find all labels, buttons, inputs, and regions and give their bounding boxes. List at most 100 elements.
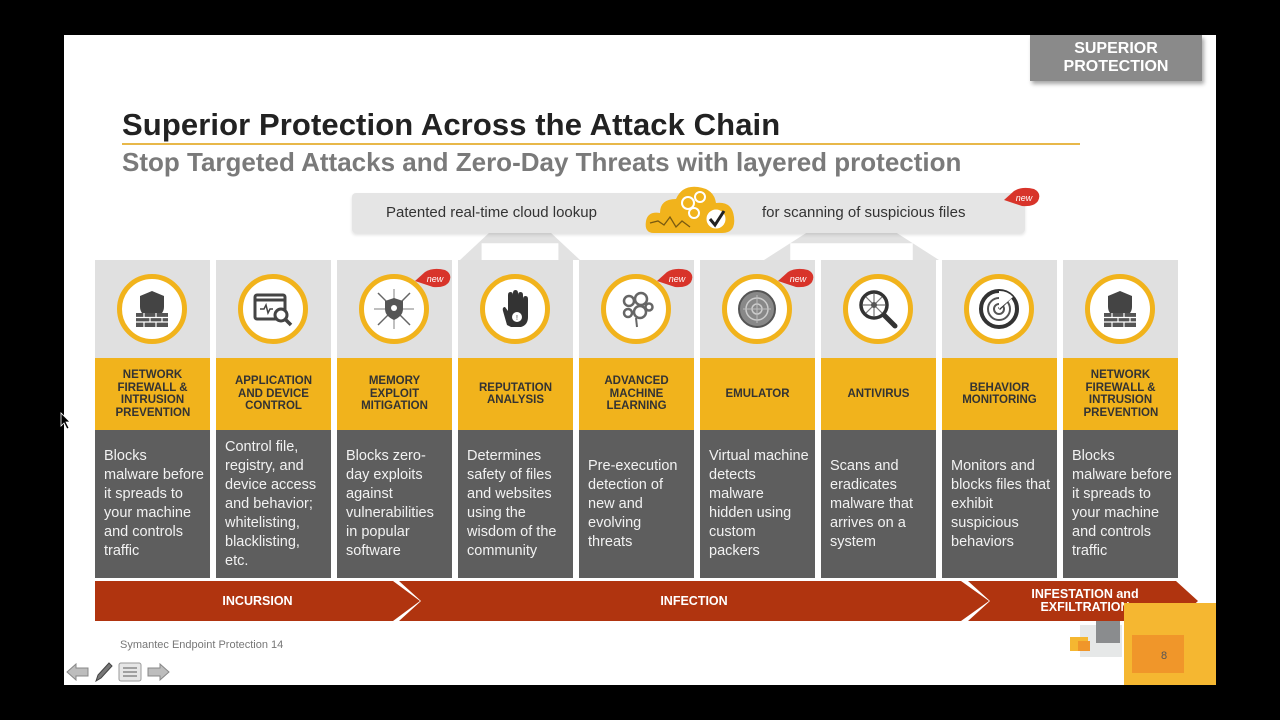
- column-icon-area: new: [579, 260, 694, 358]
- cloud-scanning-text: for scanning of suspicious files: [762, 204, 966, 221]
- column-description-text: Pre-execution detection of new and evolv…: [588, 457, 678, 550]
- slide-nav-controls: [66, 661, 170, 683]
- presentation-slide: SUPERIOR PROTECTION Superior Protection …: [64, 35, 1216, 685]
- page-number: 8: [1160, 650, 1168, 662]
- decorative-square: [1096, 621, 1120, 643]
- svg-text:new: new: [1016, 193, 1033, 203]
- column-label-text: NETWORK FIREWALL & INTRUSION PREVENTION: [1083, 369, 1159, 419]
- radar-icon: [979, 289, 1019, 329]
- column-icon-area: [216, 260, 331, 358]
- column-icon-area: !: [458, 260, 573, 358]
- column-icon-area: [95, 260, 210, 358]
- icon-badge: [964, 274, 1034, 344]
- protection-column: APPLICATION AND DEVICE CONTROL Control fi…: [216, 260, 331, 578]
- section-badge: SUPERIOR PROTECTION: [1030, 35, 1202, 81]
- icon-badge: [1085, 274, 1155, 344]
- phase-infection: INFECTION: [399, 581, 989, 621]
- new-tag-icon: new: [657, 268, 693, 288]
- column-icon-area: [942, 260, 1057, 358]
- column-label: MEMORY EXPLOIT MITIGATION: [337, 358, 452, 430]
- column-description: Pre-execution detection of new and evolv…: [579, 430, 694, 578]
- column-label: NETWORK FIREWALL & INTRUSION PREVENTION: [1063, 358, 1178, 430]
- column-label-text: ANTIVIRUS: [847, 387, 910, 400]
- column-description-text: Virtual machine detects malware hidden u…: [709, 448, 809, 559]
- svg-text:new: new: [669, 274, 686, 284]
- column-label: ANTIVIRUS: [821, 358, 936, 430]
- column-description-text: Blocks malware before it spreads to your…: [104, 448, 204, 559]
- column-description: Blocks malware before it spreads to your…: [1063, 430, 1178, 578]
- protection-column: NETWORK FIREWALL & INTRUSION PREVENTION B…: [95, 260, 210, 578]
- phase-incursion: INCURSION: [95, 581, 420, 621]
- column-label-text: ADVANCED MACHINE LEARNING: [604, 375, 669, 413]
- svg-text:new: new: [427, 274, 444, 284]
- firewall-shield-icon: [136, 291, 168, 327]
- cloud-gears-check-icon: [645, 186, 735, 233]
- magnifier-virus-icon: [859, 290, 898, 329]
- mouse-cursor-icon: [60, 412, 71, 430]
- icon-badge: [843, 274, 913, 344]
- column-label-text: APPLICATION AND DEVICE CONTROL: [234, 375, 313, 413]
- svg-text:!: !: [516, 315, 518, 322]
- protection-column: new ADVANCED MACHINE LEARNING Pre-executio…: [579, 260, 694, 578]
- brain-gears-icon: [622, 291, 654, 328]
- icon-badge: [117, 274, 187, 344]
- column-icon-area: [821, 260, 936, 358]
- menu-icon[interactable]: [118, 662, 142, 682]
- column-label: EMULATOR: [700, 358, 815, 430]
- target-disc-icon: [738, 290, 776, 328]
- column-description: Monitors and blocks files that exhibit s…: [942, 430, 1057, 578]
- column-label: NETWORK FIREWALL & INTRUSION PREVENTION: [95, 358, 210, 430]
- column-description: Determines safety of files and websites …: [458, 430, 573, 578]
- phase-label: INFECTION: [660, 593, 728, 608]
- column-label-text: NETWORK FIREWALL & INTRUSION PREVENTION: [115, 369, 191, 419]
- column-description-text: Determines safety of files and websites …: [467, 448, 557, 559]
- new-tag-icon: new: [415, 268, 451, 288]
- protection-column: new MEMORY EXPLOIT MITIGATION Blocks zero-…: [337, 260, 452, 578]
- back-arrow-icon[interactable]: [66, 663, 90, 681]
- protection-column: ! REPUTATION ANALYSIS Determines safety of…: [458, 260, 573, 578]
- column-label: REPUTATION ANALYSIS: [458, 358, 573, 430]
- svg-text:new: new: [790, 274, 807, 284]
- app-window-magnifier-icon: [253, 293, 293, 327]
- firewall-shield-icon: [1104, 291, 1136, 327]
- icon-badge: [238, 274, 308, 344]
- decorative-square: [1078, 641, 1090, 651]
- slide-subtitle: Stop Targeted Attacks and Zero-Day Threa…: [122, 147, 962, 177]
- pen-icon[interactable]: [94, 661, 114, 683]
- column-icon-area: [1063, 260, 1178, 358]
- protection-column: BEHAVIOR MONITORING Monitors and blocks f…: [942, 260, 1057, 578]
- column-icon-area: new: [700, 260, 815, 358]
- column-label-text: EMULATOR: [725, 387, 790, 400]
- forward-arrow-icon[interactable]: [146, 663, 170, 681]
- column-label: BEHAVIOR MONITORING: [942, 358, 1057, 430]
- icon-badge: !: [480, 274, 550, 344]
- new-tag-icon: new: [1004, 187, 1040, 207]
- connector-right: [764, 232, 939, 260]
- column-label: ADVANCED MACHINE LEARNING: [579, 358, 694, 430]
- column-description-text: Scans and eradicates malware that arrive…: [830, 457, 914, 550]
- protection-column: NETWORK FIREWALL & INTRUSION PREVENTION B…: [1063, 260, 1178, 578]
- shield-arrows-icon: [374, 289, 414, 329]
- column-label-text: BEHAVIOR MONITORING: [962, 381, 1037, 407]
- protection-column: new EMULATOR Virtual machine detects malwa…: [700, 260, 815, 578]
- cloud-lookup-banner: Patented real-time cloud lookup for scan…: [352, 186, 1040, 233]
- column-description: Control file, registry, and device acces…: [216, 430, 331, 578]
- footer-product-name: Symantec Endpoint Protection 14: [120, 639, 284, 651]
- phase-label: INCURSION: [222, 593, 293, 608]
- new-tag-icon: new: [778, 268, 814, 288]
- column-label-text: MEMORY EXPLOIT MITIGATION: [361, 375, 428, 413]
- connector-left-stem: [460, 245, 580, 260]
- column-description: Scans and eradicates malware that arrive…: [821, 430, 936, 578]
- column-description-text: Blocks malware before it spreads to your…: [1072, 448, 1172, 559]
- column-description-text: Blocks zero-day exploits against vulnera…: [346, 448, 434, 559]
- protection-column: ANTIVIRUS Scans and eradicates malware th…: [821, 260, 936, 578]
- column-description: Virtual machine detects malware hidden u…: [700, 430, 815, 578]
- column-label: APPLICATION AND DEVICE CONTROL: [216, 358, 331, 430]
- column-icon-area: new: [337, 260, 452, 358]
- column-description: Blocks zero-day exploits against vulnera…: [337, 430, 452, 578]
- title-underline: [122, 143, 1080, 145]
- column-description-text: Control file, registry, and device acces…: [225, 438, 317, 569]
- cloud-lookup-text: Patented real-time cloud lookup: [386, 204, 597, 221]
- slide-title: Superior Protection Across the Attack Ch…: [122, 107, 781, 142]
- hand-warning-icon: !: [502, 290, 528, 327]
